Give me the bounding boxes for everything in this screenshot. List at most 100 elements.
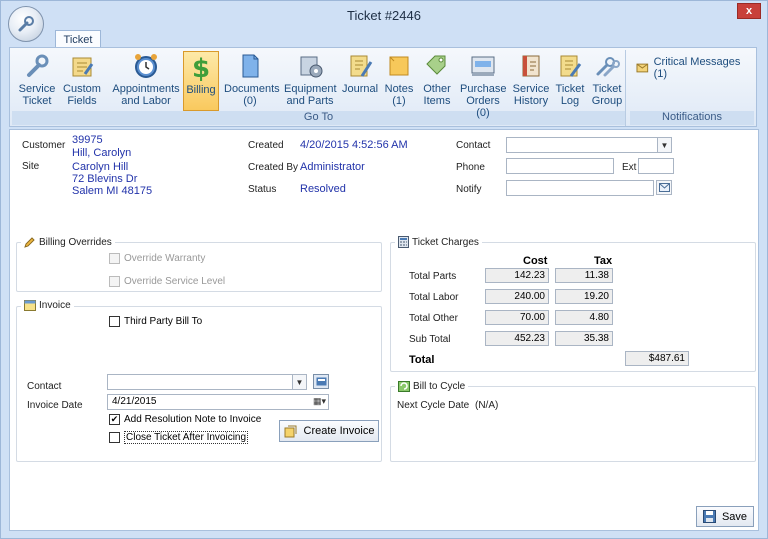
tools-group-icon (596, 57, 620, 77)
other-items-button[interactable]: Other Items (420, 51, 454, 109)
created-by-value: Administrator (300, 161, 365, 173)
invoice-contact-label: Contact (27, 381, 62, 392)
billing-overrides-title: Billing Overrides (21, 236, 115, 248)
chevron-down-icon[interactable]: ▼ (657, 138, 671, 152)
invoice-contact-combo[interactable]: ▼ (107, 374, 307, 390)
pencil-icon (24, 237, 35, 248)
app-menu-button[interactable] (8, 6, 44, 42)
service-ticket-button[interactable]: Service Ticket (16, 51, 58, 109)
notify-label: Notify (456, 184, 482, 195)
status-label: Status (248, 184, 277, 195)
appointments-labor-button[interactable]: Appointments and Labor (112, 51, 180, 109)
critical-messages-button[interactable]: Critical Messages (1) (636, 56, 754, 80)
total-labor-tax: 19.20 (555, 289, 613, 304)
cost-header: Cost (523, 255, 548, 267)
site-label: Site (22, 161, 40, 172)
ticket-window: Ticket #2446 x Ticket Go To Notification… (0, 0, 768, 539)
group-label-goto: Go To (12, 111, 625, 125)
total-parts-tax: 11.38 (555, 268, 613, 283)
tag-icon (426, 55, 446, 75)
sticky-note-icon (389, 56, 409, 76)
service-history-button[interactable]: Service History (512, 51, 550, 109)
save-button[interactable]: Save (696, 506, 754, 527)
billing-overrides-group: Billing Overrides Override Warranty Over… (16, 236, 382, 292)
tax-header: Tax (594, 255, 613, 267)
wrench-icon (18, 16, 34, 32)
equipment-icon (300, 56, 323, 78)
bill-to-cycle-title: Bill to Cycle (395, 380, 469, 392)
add-resolution-note-checkbox[interactable]: ✔ Add Resolution Note to Invoice (109, 414, 261, 425)
journal-button[interactable]: Journal (342, 51, 378, 109)
contact-label: Contact (456, 140, 491, 151)
phone-label: Phone (456, 162, 485, 173)
customer-name-link[interactable]: Hill, Carolyn (72, 147, 131, 159)
chevron-down-icon[interactable]: ▼ (292, 375, 306, 389)
document-icon (242, 54, 259, 78)
alarm-clock-icon (135, 54, 157, 78)
bill-to-cycle-group: Bill to Cycle Next Cycle Date (N/A) (390, 380, 756, 462)
tab-ticket[interactable]: Ticket (55, 30, 101, 48)
contact-card-icon (316, 377, 326, 386)
cycle-calendar-icon (398, 381, 410, 392)
total-other-cost: 70.00 (485, 310, 549, 325)
invoice-date-picker[interactable]: 4/21/2015 ▦▾ (107, 394, 329, 410)
third-party-bill-to-checkbox[interactable]: Third Party Bill To (109, 316, 202, 327)
override-service-level-checkbox[interactable]: Override Service Level (109, 276, 225, 287)
custom-fields-button[interactable]: Custom Fields (60, 51, 104, 109)
ribbon: Go To Notifications Critical Messages (1… (9, 47, 757, 127)
sub-total-label: Sub Total (409, 334, 451, 345)
notify-field[interactable] (506, 180, 654, 196)
title-bar: Ticket #2446 x (1, 1, 767, 29)
purchase-orders-button[interactable]: Purchase Orders (0) (460, 51, 506, 119)
total-other-label: Total Other (409, 313, 458, 324)
calendar-dropdown-icon[interactable]: ▦▾ (313, 396, 326, 407)
invoice-contact-lookup-button[interactable] (313, 374, 329, 389)
critical-messages-label: Critical Messages (1) (653, 56, 741, 80)
site-name-link[interactable]: Carolyn Hill (72, 161, 128, 173)
ticket-log-button[interactable]: Ticket Log (554, 51, 586, 109)
billing-button[interactable]: $ Billing (183, 51, 219, 111)
wrench-icon (27, 54, 49, 77)
ticket-group-button[interactable]: Ticket Group (590, 51, 624, 109)
ribbon-group-notifications: Notifications Critical Messages (1) (630, 50, 754, 126)
contact-combo[interactable]: ▼ (506, 137, 672, 153)
window-title: Ticket #2446 (347, 8, 421, 23)
invoice-create-icon (284, 425, 297, 437)
dollar-sign-icon: $ (192, 54, 210, 82)
notify-email-button[interactable] (656, 180, 672, 195)
next-cycle-date-label: Next Cycle Date (397, 400, 470, 411)
group-label-notifications: Notifications (630, 111, 754, 125)
equipment-parts-button[interactable]: Equipment and Parts (284, 51, 337, 109)
phone-field[interactable] (506, 158, 614, 174)
override-warranty-checkbox[interactable]: Override Warranty (109, 253, 205, 264)
invoice-date-label: Invoice Date (27, 400, 83, 411)
notes-button[interactable]: Notes (1) (382, 51, 416, 109)
svg-text:$: $ (192, 54, 210, 82)
total-labor-label: Total Labor (409, 292, 459, 303)
created-value: 4/20/2015 4:52:56 AM (300, 139, 408, 151)
site-street: 72 Blevins Dr (72, 173, 138, 185)
billing-content: Customer 39975 Hill, Carolyn Site Caroly… (9, 129, 759, 531)
form-edit-icon (72, 57, 94, 77)
invoice-icon (24, 300, 36, 311)
total-labor-cost: 240.00 (485, 289, 549, 304)
history-book-icon (522, 55, 540, 77)
site-city: Salem MI 48175 (72, 185, 153, 197)
calculator-icon (398, 236, 409, 248)
documents-button[interactable]: Documents (0) (224, 51, 280, 109)
close-ticket-after-invoicing-checkbox[interactable]: Close Ticket After Invoicing (109, 431, 249, 444)
close-button[interactable]: x (737, 3, 761, 19)
ext-label: Ext (622, 162, 637, 173)
invoice-group: Invoice Third Party Bill To Contact ▼ In… (16, 300, 382, 462)
next-cycle-date-value: (N/A) (475, 400, 499, 411)
total-other-tax: 4.80 (555, 310, 613, 325)
journal-icon (350, 55, 373, 77)
total-parts-label: Total Parts (409, 271, 457, 282)
message-alert-icon (636, 63, 649, 73)
sub-total-tax: 35.38 (555, 331, 613, 346)
ext-field[interactable] (638, 158, 674, 174)
create-invoice-button[interactable]: Create Invoice (279, 420, 379, 442)
status-value: Resolved (300, 183, 346, 195)
total-label: Total (409, 354, 435, 366)
customer-id-link[interactable]: 39975 (72, 134, 103, 146)
